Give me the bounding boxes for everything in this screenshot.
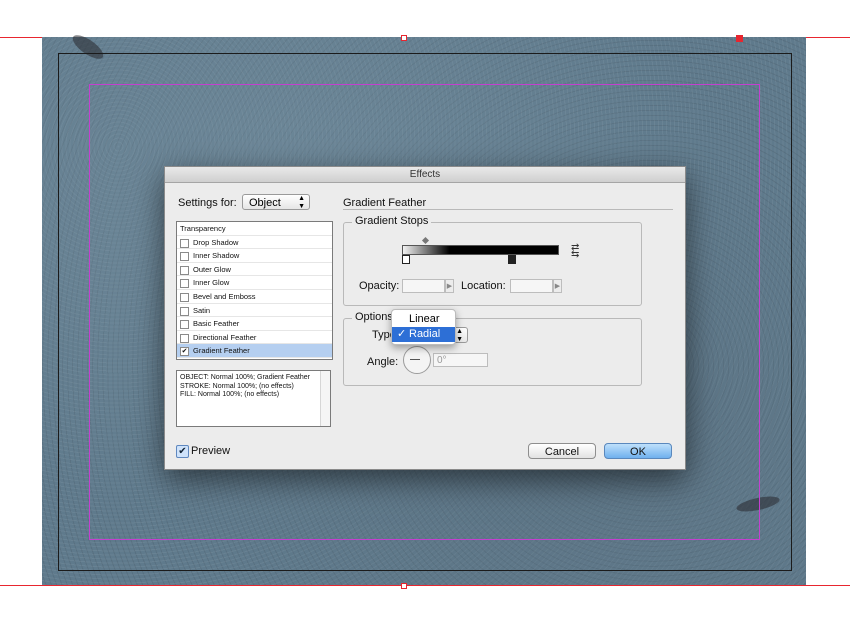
effect-row-inner-glow[interactable]: Inner Glow xyxy=(177,276,332,290)
menu-item-label: Radial xyxy=(409,328,441,340)
settings-for-value: Object xyxy=(249,197,281,209)
stepper-arrows-icon: ▲ ▼ xyxy=(456,328,463,343)
gradient-stop-right[interactable] xyxy=(508,255,516,264)
selection-handle[interactable] xyxy=(401,583,407,589)
effect-row-satin[interactable]: Satin xyxy=(177,304,332,318)
location-arrow-icon[interactable]: ▶ xyxy=(553,279,562,293)
selection-handle[interactable] xyxy=(401,35,407,41)
effect-label: Gradient Feather xyxy=(193,346,250,356)
gradient-stops-group: Gradient Stops xyxy=(343,215,642,306)
effect-label: Drop Shadow xyxy=(193,237,239,247)
stepper-arrows-icon: ▲ ▼ xyxy=(298,195,305,210)
effect-row-bevel-emboss[interactable]: Bevel and Emboss xyxy=(177,290,332,304)
opacity-label: Opacity: xyxy=(359,280,400,292)
effect-row-directional-feather[interactable]: Directional Feather xyxy=(177,331,332,345)
angle-dial-needle xyxy=(410,359,420,360)
location-field[interactable] xyxy=(510,279,553,293)
selection-handle[interactable] xyxy=(736,35,743,42)
effect-label: Inner Glow xyxy=(193,278,230,288)
effect-row-gradient-feather[interactable]: ✔ Gradient Feather xyxy=(177,344,332,358)
effect-checkbox[interactable] xyxy=(180,320,189,330)
effect-row-outer-glow[interactable]: Outer Glow xyxy=(177,263,332,277)
effect-row-drop-shadow[interactable]: Drop Shadow xyxy=(177,236,332,250)
effect-checkbox[interactable] xyxy=(180,265,189,275)
opacity-field[interactable] xyxy=(402,279,445,293)
effect-label: Bevel and Emboss xyxy=(193,291,256,301)
ok-button[interactable]: OK xyxy=(604,443,672,459)
effect-label: Basic Feather xyxy=(193,319,240,329)
effect-checkbox[interactable] xyxy=(180,333,189,343)
effect-checkbox[interactable] xyxy=(180,252,189,262)
check-mark-icon: ✓ xyxy=(397,328,407,340)
effect-label: Satin xyxy=(193,305,211,315)
settings-for-label: Settings for: xyxy=(178,197,237,209)
cancel-button[interactable]: Cancel xyxy=(528,443,596,459)
effect-label: Transparency xyxy=(180,224,226,233)
type-dropdown-menu: Linear ✓ Radial xyxy=(391,309,456,345)
angle-field[interactable]: 0° xyxy=(433,353,488,367)
effects-summary: OBJECT: Normal 100%; Gradient Feather ST… xyxy=(176,370,331,427)
effect-checkbox[interactable] xyxy=(180,238,189,248)
gradient-ramp[interactable] xyxy=(402,245,559,255)
options-title: Options xyxy=(352,311,396,323)
summary-line: STROKE: Normal 100%; (no effects) xyxy=(180,382,294,390)
location-label: Location: xyxy=(461,280,506,292)
section-title: Gradient Feather xyxy=(343,197,427,209)
effect-checkbox[interactable]: ✔ xyxy=(180,347,189,357)
effect-row-basic-feather[interactable]: Basic Feather xyxy=(177,317,332,331)
effect-label: Inner Shadow xyxy=(193,251,240,261)
menu-item-radial[interactable]: ✓ Radial xyxy=(392,327,455,342)
opacity-arrow-icon[interactable]: ▶ xyxy=(445,279,454,293)
gradient-stops-title: Gradient Stops xyxy=(352,215,432,227)
dialog-title: Effects xyxy=(165,167,685,183)
gradient-stop-left[interactable] xyxy=(402,255,410,264)
summary-line: OBJECT: Normal 100%; Gradient Feather xyxy=(180,374,310,381)
angle-label: Angle: xyxy=(367,356,399,368)
effect-checkbox[interactable] xyxy=(180,279,189,289)
settings-for-select[interactable]: Object ▲ ▼ xyxy=(242,194,310,210)
summary-scrollbar[interactable] xyxy=(320,371,330,426)
summary-line: FILL: Normal 100%; (no effects) xyxy=(180,391,280,398)
effect-row-transparency[interactable]: Transparency xyxy=(177,222,332,236)
effects-list: Transparency Drop Shadow Inner Shadow Ou… xyxy=(176,221,333,360)
preview-label: Preview xyxy=(191,445,231,457)
menu-item-linear[interactable]: Linear xyxy=(392,312,455,327)
effect-row-inner-shadow[interactable]: Inner Shadow xyxy=(177,249,332,263)
preview-checkbox[interactable]: ✔ xyxy=(176,445,189,458)
effect-checkbox[interactable] xyxy=(180,306,189,316)
reverse-gradient-icon[interactable]: ⇄ ⇆ xyxy=(571,243,579,260)
effect-label: Directional Feather xyxy=(193,332,257,342)
check-mark-icon: ✔ xyxy=(178,446,187,457)
angle-dial-icon[interactable] xyxy=(403,346,431,374)
effect-label: Outer Glow xyxy=(193,264,231,274)
section-divider xyxy=(343,209,673,210)
effect-checkbox[interactable] xyxy=(180,292,189,302)
bleed-line-bottom xyxy=(0,585,850,586)
